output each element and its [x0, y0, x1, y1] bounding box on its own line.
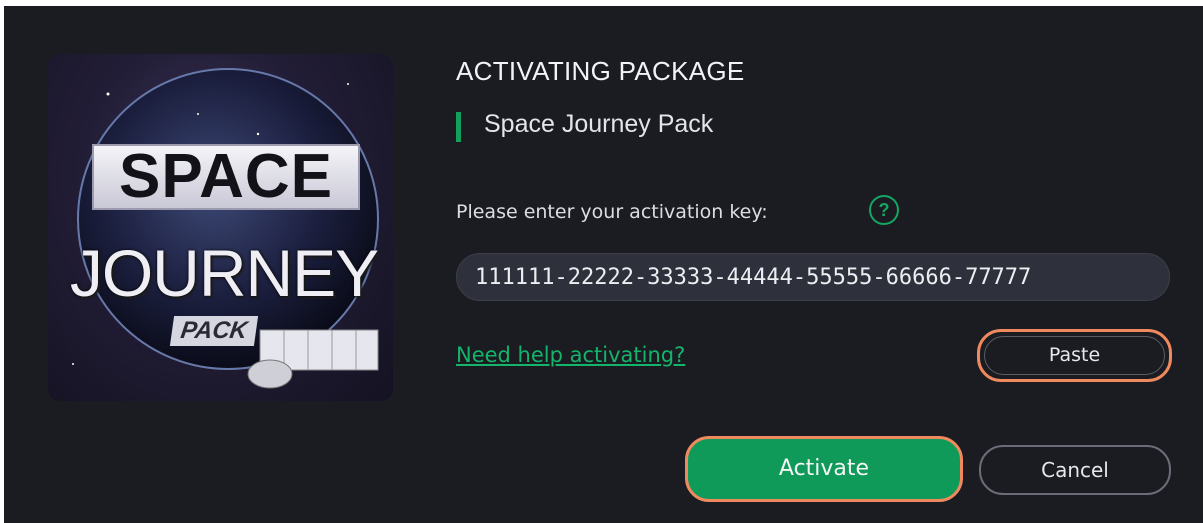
artwork-title-pack: PACK — [169, 316, 259, 346]
activate-button[interactable]: Activate — [685, 436, 963, 502]
activate-button-label: Activate — [778, 456, 870, 481]
artwork-title-space: SPACE — [92, 144, 360, 210]
paste-button[interactable]: Paste — [977, 329, 1172, 382]
help-circle-icon[interactable]: ? — [869, 195, 899, 225]
space-scene-graphic — [72, 68, 379, 389]
activation-dialog: SPACE JOURNEY PACK ACTIVATING PACKAGE Sp… — [4, 6, 1203, 523]
package-artwork: SPACE JOURNEY PACK — [48, 54, 393, 401]
activation-key-input[interactable] — [456, 253, 1170, 301]
help-activating-link[interactable]: Need help activating? — [456, 343, 685, 367]
artwork-title-journey: JOURNEY — [69, 236, 379, 310]
cancel-button[interactable]: Cancel — [979, 445, 1171, 495]
package-name: Space Journey Pack — [484, 110, 714, 138]
cancel-button-label: Cancel — [1041, 458, 1109, 482]
activation-key-label: Please enter your activation key: — [456, 201, 768, 223]
paste-button-label: Paste — [1048, 344, 1101, 366]
package-accent-bar — [456, 112, 461, 142]
dialog-title: ACTIVATING PACKAGE — [456, 56, 745, 86]
